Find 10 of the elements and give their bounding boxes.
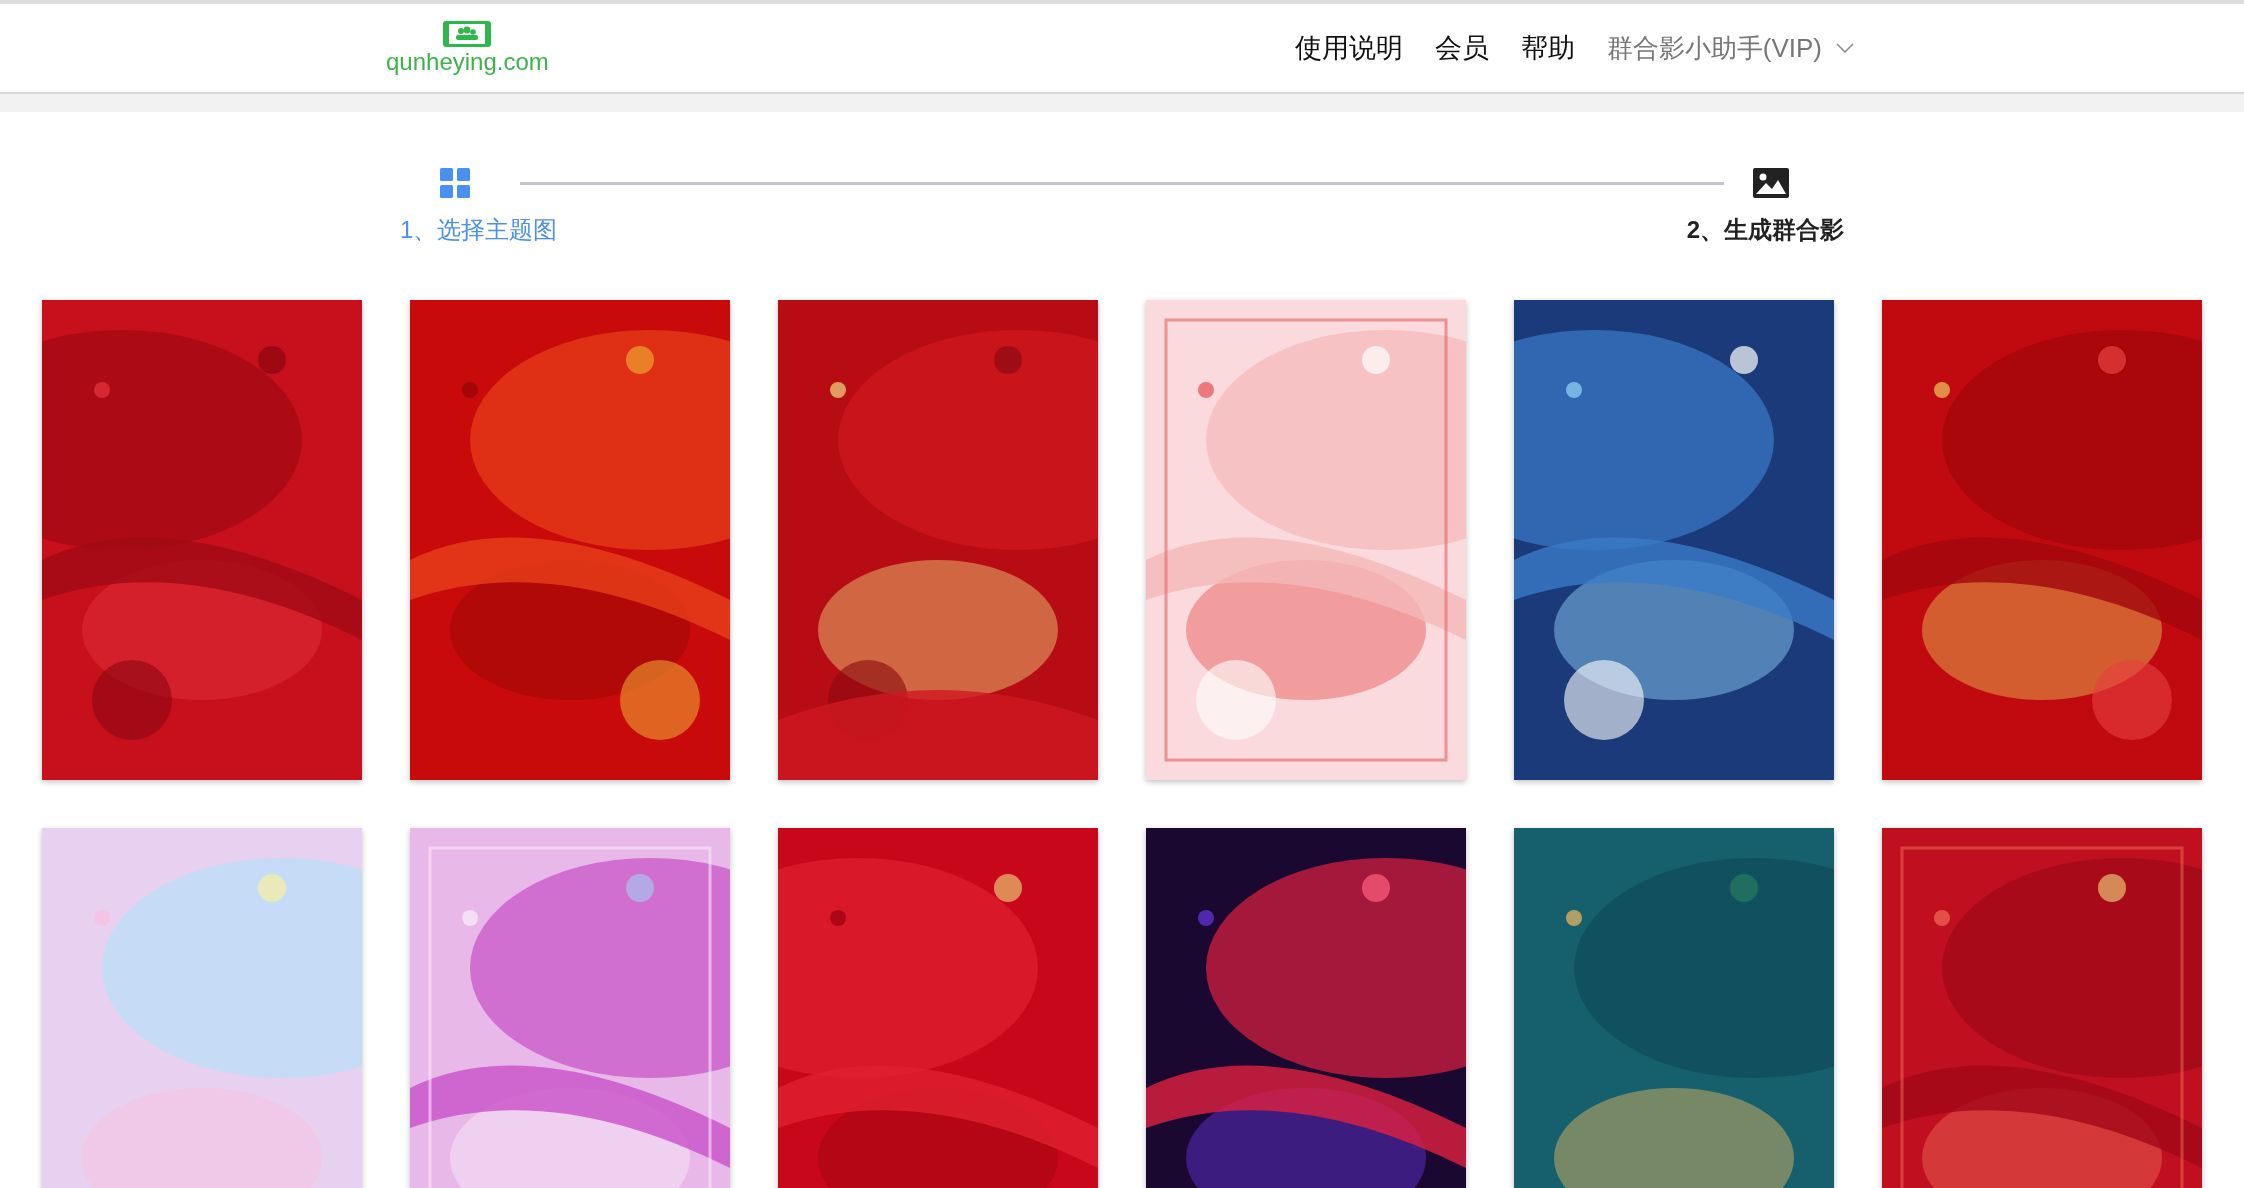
nav-link[interactable]: 会员 xyxy=(1434,27,1489,69)
nav-link[interactable]: 使用说明 xyxy=(1294,27,1403,69)
step-label: 2、生成群合影 xyxy=(1686,215,1844,245)
account-dropdown[interactable]: 群合影小助手(VIP) xyxy=(1606,28,1854,68)
image-icon xyxy=(1753,168,1789,198)
grid-icon xyxy=(440,168,470,198)
chevron-down-icon xyxy=(1836,43,1854,53)
logo-icon xyxy=(442,20,493,48)
nav-link[interactable]: 帮助 xyxy=(1520,27,1575,69)
step-label: 1、选择主题图 xyxy=(400,215,558,245)
